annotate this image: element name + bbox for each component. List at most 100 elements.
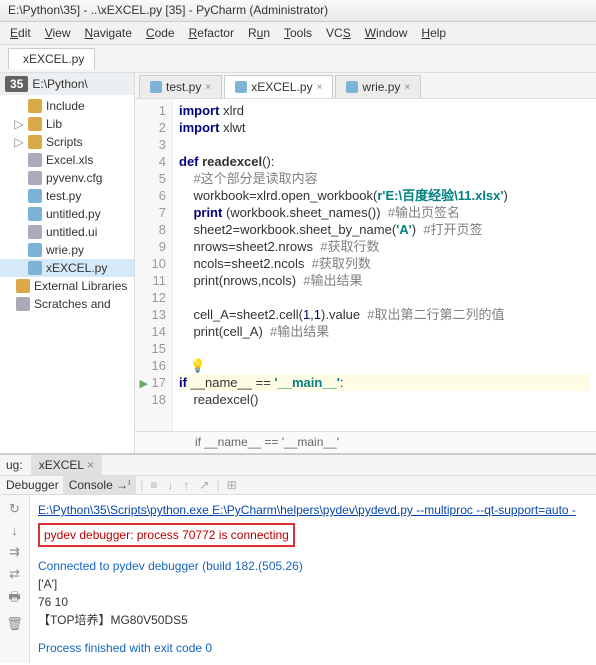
menu-vcs[interactable]: VCS	[320, 24, 357, 42]
code-content[interactable]: import xlrdimport xlwt def readexcel(): …	[173, 99, 596, 431]
tree-item-label: untitled.ui	[46, 225, 97, 239]
py-icon	[28, 207, 42, 221]
debugger-connecting-msg: pydev debugger: process 70772 is connect…	[38, 523, 295, 547]
close-icon[interactable]: ×	[317, 82, 323, 93]
tree-item[interactable]: untitled.py	[0, 205, 134, 223]
python-file-icon	[235, 81, 247, 93]
expand-icon[interactable]: ▷	[14, 135, 24, 149]
main-tab-bar: xEXCEL.py	[0, 45, 596, 73]
output-line: 76 10	[38, 593, 588, 611]
tree-item-label: wrie.py	[46, 243, 84, 257]
folder-icon	[28, 99, 42, 113]
code-editor[interactable]: 12345678910111213141516▶ 1718 import xlr…	[135, 99, 596, 431]
folder-icon	[16, 279, 30, 293]
debug-run-tab[interactable]: xEXCEL ×	[31, 455, 102, 475]
step-over-icon[interactable]: ≡	[147, 478, 160, 492]
tree-item[interactable]: Excel.xls	[0, 151, 134, 169]
menu-edit[interactable]: Edit	[4, 24, 37, 42]
debug-toolbar: ↻ ↓ ⇉ ⇄ 🖶 🗑	[0, 495, 30, 663]
editor-tab[interactable]: test.py ×	[139, 75, 222, 98]
expand-icon[interactable]: ▷	[14, 117, 24, 131]
connected-msg: Connected to pydev debugger (build 182.(…	[38, 557, 588, 575]
editor-tab-bar: test.py × xEXCEL.py × wrie.py ×	[135, 73, 596, 99]
menu-navigate[interactable]: Navigate	[79, 24, 138, 42]
tree-item[interactable]: wrie.py	[0, 241, 134, 259]
soft-wrap-icon[interactable]: ⇄	[9, 566, 20, 582]
tree-item-label: Scripts	[46, 135, 83, 149]
project-sidebar: 35 E:\Python\ Include ▷ Lib ▷ Scripts Excel.x…	[0, 73, 135, 453]
editor-tab[interactable]: xEXCEL.py ×	[224, 75, 333, 98]
exit-msg: Process finished with exit code 0	[38, 639, 588, 657]
tree-item-label: Excel.xls	[46, 153, 93, 167]
project-badge: 35	[5, 76, 28, 92]
tree-item[interactable]: test.py	[0, 187, 134, 205]
trash-icon[interactable]: 🗑	[6, 616, 23, 632]
console-tab[interactable]: Console →ⁱ	[63, 476, 137, 494]
output-line: ['A']	[38, 575, 588, 593]
eval-expr-icon[interactable]: ⊞	[224, 478, 240, 492]
main-tab-label: xEXCEL.py	[23, 52, 84, 66]
debug-panel: ug: xEXCEL × Debugger Console →ⁱ | ≡ ↓ ↑…	[0, 453, 596, 661]
editor-tab-label: xEXCEL.py	[251, 80, 312, 94]
tree-item[interactable]: xEXCEL.py	[0, 259, 134, 277]
rerun-icon[interactable]: ↻	[9, 501, 20, 517]
file-icon	[28, 171, 42, 185]
tree-item-label: test.py	[46, 189, 81, 203]
tree-item-label: External Libraries	[34, 279, 127, 293]
tree-item[interactable]: External Libraries	[0, 277, 134, 295]
tree-item[interactable]: Scratches and	[0, 295, 134, 313]
python-file-icon	[346, 81, 358, 93]
close-icon[interactable]: ×	[205, 82, 211, 93]
tree-item-label: Lib	[46, 117, 62, 131]
down-icon[interactable]: ↓	[11, 523, 18, 538]
console-command: E:\Python\35\Scripts\python.exe E:\PyCha…	[38, 501, 588, 519]
menu-tools[interactable]: Tools	[278, 24, 318, 42]
run-marker-icon[interactable]: ▶	[139, 378, 147, 390]
tree-item[interactable]: ▷ Lib	[0, 115, 134, 133]
file-icon	[16, 297, 30, 311]
menu-view[interactable]: View	[39, 24, 77, 42]
editor-tab-label: wrie.py	[362, 80, 400, 94]
menu-bar: Edit View Navigate Code Refactor Run Too…	[0, 22, 596, 45]
menu-help[interactable]: Help	[415, 24, 452, 42]
file-icon	[28, 153, 42, 167]
py-icon	[28, 261, 42, 275]
menu-refactor[interactable]: Refactor	[183, 24, 240, 42]
print-icon[interactable]: 🖶	[8, 588, 20, 610]
tree-item[interactable]: Include	[0, 97, 134, 115]
project-tree: Include ▷ Lib ▷ Scripts Excel.xls pyvenv.cfg te…	[0, 95, 134, 315]
tree-item-label: xEXCEL.py	[46, 261, 107, 275]
main-tab[interactable]: xEXCEL.py	[8, 48, 95, 69]
folder-icon	[28, 135, 42, 149]
python-file-icon	[150, 81, 162, 93]
debugger-tab[interactable]: Debugger	[6, 478, 59, 492]
tree-item-label: untitled.py	[46, 207, 101, 221]
tree-item[interactable]: untitled.ui	[0, 223, 134, 241]
folder-icon	[28, 117, 42, 131]
py-icon	[28, 243, 42, 257]
project-root[interactable]: 35 E:\Python\	[0, 73, 134, 95]
wrap-icon[interactable]: ⇉	[9, 544, 20, 560]
editor-tab[interactable]: wrie.py ×	[335, 75, 421, 98]
step-into-icon[interactable]: ↓	[164, 478, 176, 492]
tree-item[interactable]: ▷ Scripts	[0, 133, 134, 151]
tree-item-label: Include	[46, 99, 85, 113]
editor-area: test.py × xEXCEL.py × wrie.py × 1234567891011…	[135, 73, 596, 453]
menu-run[interactable]: Run	[242, 24, 276, 42]
output-line: 【TOP培养】MG80V50DS5	[38, 611, 588, 629]
debug-label: ug:	[6, 458, 23, 472]
close-icon[interactable]: ×	[87, 458, 94, 472]
step-out-icon[interactable]: ↑	[180, 478, 192, 492]
console-output[interactable]: E:\Python\35\Scripts\python.exe E:\PyCha…	[30, 495, 596, 663]
tree-item-label: Scratches and	[34, 297, 111, 311]
menu-code[interactable]: Code	[140, 24, 181, 42]
line-gutter: 12345678910111213141516▶ 1718	[135, 99, 173, 431]
editor-breadcrumb[interactable]: if __name__ == '__main__'	[135, 431, 596, 453]
close-icon[interactable]: ×	[404, 82, 410, 93]
project-path: E:\Python\	[32, 77, 87, 91]
file-icon	[28, 225, 42, 239]
editor-tab-label: test.py	[166, 80, 201, 94]
tree-item[interactable]: pyvenv.cfg	[0, 169, 134, 187]
step-cursor-icon[interactable]: ↗	[196, 478, 212, 492]
menu-window[interactable]: Window	[359, 24, 414, 42]
